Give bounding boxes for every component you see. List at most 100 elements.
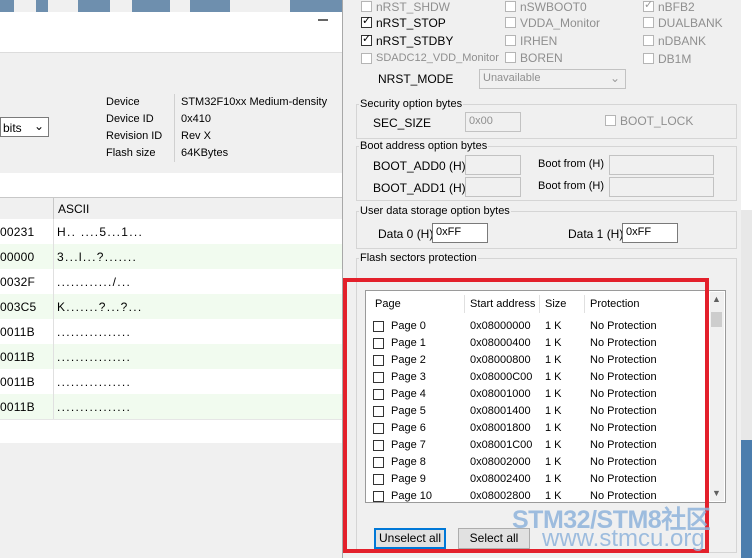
hex-cell: 00000 bbox=[0, 250, 35, 264]
hex-cell: 0011B bbox=[0, 325, 35, 339]
checkmark-icon: ✓ bbox=[644, 0, 654, 11]
device-info-value: STM32F10xx Medium-density bbox=[181, 96, 328, 108]
scroll-up-icon[interactable]: ▲ bbox=[712, 294, 721, 304]
device-info-row: Device ID 0x410 bbox=[102, 111, 342, 128]
boren-checkbox[interactable] bbox=[505, 52, 516, 63]
boot-add1-label: BOOT_ADD1 (H) bbox=[373, 181, 466, 195]
irhen-checkbox[interactable] bbox=[505, 35, 516, 46]
db1m-checkbox[interactable] bbox=[643, 53, 654, 64]
flash-table-scrollbar[interactable]: ▲ ▼ bbox=[710, 292, 724, 501]
boren-label: BOREN bbox=[520, 51, 563, 65]
device-info-key: Flash size bbox=[106, 147, 156, 159]
boot-lock-label: BOOT_LOCK bbox=[620, 114, 694, 128]
device-info-key: Device bbox=[106, 96, 140, 108]
ndbank-label: nDBANK bbox=[658, 34, 707, 48]
nbfb2-label: nBFB2 bbox=[658, 0, 695, 14]
flash-protection-group-title: Flash sectors protection bbox=[359, 252, 478, 264]
ascii-cell: H.. ....5...1... bbox=[57, 225, 144, 239]
ascii-cell: ................ bbox=[57, 375, 132, 389]
ndbank-checkbox[interactable] bbox=[643, 35, 654, 46]
dualbank-checkbox[interactable] bbox=[643, 17, 654, 28]
nswboot0-label: nSWBOOT0 bbox=[520, 0, 587, 14]
boot-add1-field[interactable] bbox=[465, 177, 521, 197]
data-width-value: bits bbox=[3, 121, 22, 135]
hex-cell: 0011B bbox=[0, 375, 35, 389]
nrst-mode-select[interactable]: Unavailable ⌄ bbox=[479, 69, 626, 89]
hex-cell: 0011B bbox=[0, 350, 35, 364]
device-info-value: 0x410 bbox=[181, 113, 211, 125]
sdadc12-vdd-monitor-checkbox[interactable] bbox=[361, 53, 372, 64]
boot-lock-checkbox[interactable] bbox=[605, 115, 616, 126]
security-group-title: Security option bytes bbox=[359, 98, 464, 110]
data1-input[interactable]: 0xFF bbox=[622, 223, 678, 243]
user-data-group-title: User data storage option bytes bbox=[359, 205, 511, 217]
data0-label: Data 0 (H) bbox=[378, 227, 434, 241]
device-info-value: 64KBytes bbox=[181, 147, 229, 159]
background-top-strip bbox=[0, 0, 342, 12]
boot-add0-field[interactable] bbox=[465, 155, 521, 175]
boot-from-1-field[interactable] bbox=[609, 177, 714, 197]
hex-cell: 0032F bbox=[0, 275, 36, 289]
memory-table-header: ASCII bbox=[0, 197, 342, 221]
table-row[interactable]: 003C5 K.......?...?... bbox=[0, 294, 342, 320]
vdda-monitor-label: VDDA_Monitor bbox=[520, 16, 601, 30]
data-width-select[interactable]: bits ⌄ bbox=[0, 117, 49, 137]
nrst-shdw-checkbox[interactable] bbox=[361, 1, 372, 12]
sec-size-field[interactable]: 0x00 bbox=[465, 112, 521, 132]
table-row[interactable]: 0011B................ bbox=[0, 344, 342, 370]
irhen-label: IRHEN bbox=[520, 34, 558, 48]
background-bottom-area bbox=[0, 443, 342, 558]
data0-value: 0xFF bbox=[436, 226, 462, 238]
boot-from-0-label: Boot from (H) bbox=[538, 158, 605, 170]
boot-from-1-label: Boot from (H) bbox=[538, 180, 605, 192]
table-row[interactable]: 0011B................ bbox=[0, 319, 342, 345]
ascii-cell: ................ bbox=[57, 400, 132, 414]
boot-from-0-field[interactable] bbox=[609, 155, 714, 175]
ascii-column-header: ASCII bbox=[58, 202, 90, 216]
table-row[interactable]: 00231 H.. ....5...1... bbox=[0, 219, 342, 245]
vdda-monitor-checkbox[interactable] bbox=[505, 17, 516, 28]
device-info-key: Revision ID bbox=[106, 130, 163, 142]
background-title-bar bbox=[0, 12, 342, 53]
nbfb2-checkbox[interactable]: ✓ bbox=[643, 0, 654, 12]
device-info-panel: Device STM32F10xx Medium-density Device … bbox=[102, 94, 342, 164]
ascii-cell: ................ bbox=[57, 325, 132, 339]
ascii-cell: ............/... bbox=[57, 275, 132, 289]
watermark: STM32/STM8社区 www.stmcu.org bbox=[512, 497, 752, 558]
watermark-line-2: www.stmcu.org bbox=[542, 525, 705, 552]
nrst-mode-value: Unavailable bbox=[483, 72, 541, 84]
ascii-cell: 3...l...?....... bbox=[57, 250, 138, 264]
data1-value: 0xFF bbox=[626, 226, 652, 238]
device-info-key: Device ID bbox=[106, 113, 154, 125]
boot-address-group-title: Boot address option bytes bbox=[359, 140, 489, 152]
nrst-stop-label: nRST_STOP bbox=[376, 16, 446, 30]
table-row[interactable]: 0011B................ bbox=[0, 369, 342, 395]
nrst-stop-checkbox[interactable]: ✓ bbox=[361, 15, 372, 28]
device-info-row: Flash size 64KBytes bbox=[102, 145, 342, 162]
minimize-icon[interactable] bbox=[318, 19, 328, 21]
chevron-down-icon: ⌄ bbox=[33, 119, 44, 133]
ascii-cell: ................ bbox=[57, 350, 132, 364]
checkmark-icon: ✓ bbox=[362, 33, 372, 45]
dualbank-label: DUALBANK bbox=[658, 16, 723, 30]
table-row[interactable]: 00000 3...l...?....... bbox=[0, 244, 342, 270]
ascii-cell: K.......?...?... bbox=[57, 300, 143, 314]
nrst-mode-label: NRST_MODE bbox=[378, 72, 454, 86]
device-info-row: Revision ID Rev X bbox=[102, 128, 342, 145]
table-row[interactable]: 0011B................ bbox=[0, 394, 342, 420]
sdadc12-vdd-monitor-label: SDADC12_VDD_Monitor bbox=[376, 52, 499, 64]
nrst-stdby-label: nRST_STDBY bbox=[376, 34, 454, 48]
device-info-row: Device STM32F10xx Medium-density bbox=[102, 94, 342, 111]
scrollbar-thumb[interactable] bbox=[711, 312, 722, 327]
nrst-shdw-label: nRST_SHDW bbox=[376, 0, 451, 14]
chevron-down-icon: ⌄ bbox=[610, 71, 621, 85]
hex-cell: 003C5 bbox=[0, 300, 37, 314]
boot-add0-label: BOOT_ADD0 (H) bbox=[373, 159, 466, 173]
data0-input[interactable]: 0xFF bbox=[432, 223, 488, 243]
db1m-label: DB1M bbox=[658, 52, 692, 66]
nswboot0-checkbox[interactable] bbox=[505, 1, 516, 12]
table-row[interactable]: 0032F ............/... bbox=[0, 269, 342, 295]
sec-size-value: 0x00 bbox=[469, 115, 493, 127]
nrst-stdby-checkbox[interactable]: ✓ bbox=[361, 33, 372, 46]
desktop-strip bbox=[740, 0, 752, 558]
